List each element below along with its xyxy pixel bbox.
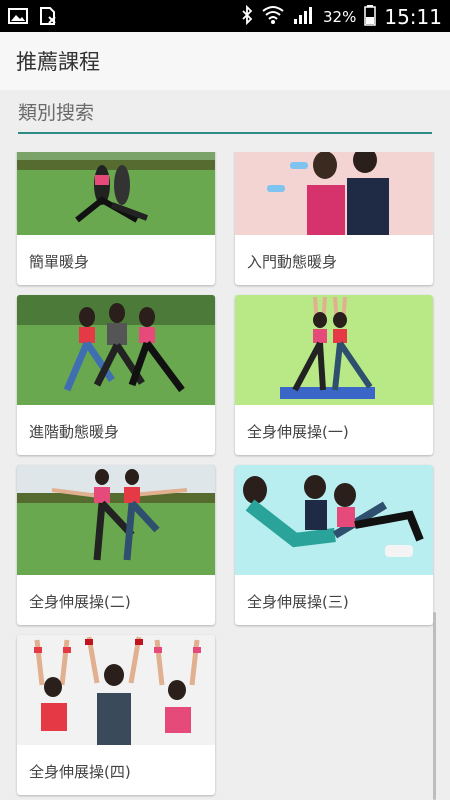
status-bar: 32% 15:11: [0, 0, 450, 32]
course-thumbnail: [17, 635, 215, 745]
battery-percent: 32%: [323, 8, 357, 26]
page-title: 推薦課程: [16, 50, 100, 74]
scrollbar[interactable]: [433, 612, 436, 800]
bluetooth-icon: [241, 4, 253, 29]
battery-icon: [364, 4, 377, 30]
app-bar: 推薦課程: [0, 32, 450, 90]
signal-icon: [293, 5, 315, 29]
wifi-icon: [261, 5, 285, 29]
course-thumbnail: [17, 295, 215, 405]
status-left: [8, 6, 58, 30]
category-search[interactable]: 類別搜索: [0, 90, 450, 142]
course-thumbnail: [235, 465, 433, 575]
clock: 15:11: [384, 5, 442, 29]
course-card[interactable]: 全身伸展操(三): [235, 465, 433, 625]
category-search-label[interactable]: 類別搜索: [18, 98, 94, 125]
course-label: 簡單暖身: [29, 253, 90, 271]
search-underline: [18, 132, 432, 134]
course-grid: 簡單暖身 入門動態暖身 進階動態暖身 全身伸展操(一) 全身伸展操(二) 全身伸…: [0, 152, 450, 800]
course-thumbnail: [235, 295, 433, 405]
course-card[interactable]: 進階動態暖身: [17, 295, 215, 455]
course-label: 全身伸展操(四): [29, 763, 131, 781]
course-label: 全身伸展操(一): [247, 423, 349, 441]
course-card[interactable]: 入門動態暖身: [235, 152, 433, 285]
status-right: 32% 15:11: [241, 4, 442, 30]
course-label: 進階動態暖身: [29, 423, 120, 441]
course-thumbnail: [17, 465, 215, 575]
course-card[interactable]: 全身伸展操(一): [235, 295, 433, 455]
course-label: 全身伸展操(二): [29, 593, 131, 611]
course-card[interactable]: 全身伸展操(四): [17, 635, 215, 795]
course-thumbnail: [17, 152, 215, 235]
image-icon: [8, 7, 28, 29]
sim-off-icon: [38, 6, 58, 30]
course-label: 入門動態暖身: [247, 253, 338, 271]
course-label: 全身伸展操(三): [247, 593, 349, 611]
course-thumbnail: [235, 152, 433, 235]
course-card[interactable]: 簡單暖身: [17, 152, 215, 285]
course-card[interactable]: 全身伸展操(二): [17, 465, 215, 625]
